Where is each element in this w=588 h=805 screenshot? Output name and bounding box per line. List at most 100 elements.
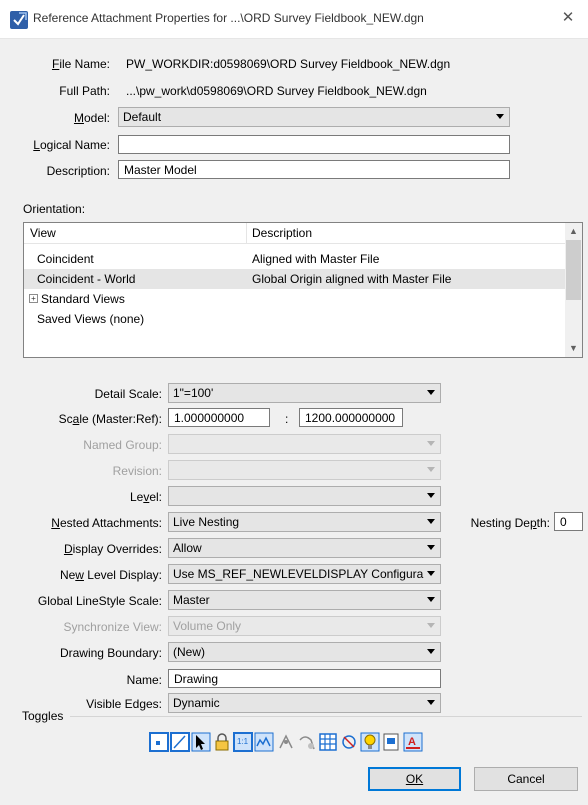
orientation-header: View Description xyxy=(24,223,566,244)
global-linestyle-label: Global LineStyle Scale: xyxy=(37,594,162,608)
level-label: Level: xyxy=(129,490,162,504)
scale-label: Scale (Master:Ref): xyxy=(58,412,162,426)
detail-scale-value: 1"=100' xyxy=(173,386,214,400)
window-title: Reference Attachment Properties for ...\… xyxy=(33,11,424,25)
scale-master-input[interactable]: 1.000000000 xyxy=(168,408,270,427)
full-path-label: Full Path: xyxy=(59,84,110,98)
orientation-row[interactable]: Coincident Aligned with Master File xyxy=(24,249,566,269)
ok-button[interactable]: OK xyxy=(368,767,461,791)
chevron-down-icon xyxy=(427,519,435,524)
row-view: Standard Views xyxy=(41,292,125,306)
nesting-depth-input[interactable]: 0 xyxy=(554,512,583,531)
scale-colon: : xyxy=(285,412,289,426)
name-label: Name: xyxy=(126,673,162,687)
row-description: Global Origin aligned with Master File xyxy=(252,272,452,286)
snap-toggle-icon[interactable] xyxy=(170,732,190,752)
svg-text:1:1: 1:1 xyxy=(237,737,249,746)
chevron-down-icon xyxy=(427,700,435,705)
column-header-view[interactable]: View xyxy=(30,226,56,240)
global-linestyle-dropdown[interactable]: Master xyxy=(168,590,441,610)
model-value: Default xyxy=(123,110,162,124)
lightbulb-icon[interactable] xyxy=(360,732,380,752)
toggles-divider xyxy=(70,716,582,717)
chevron-down-icon xyxy=(427,623,435,628)
text-style-icon[interactable]: A xyxy=(403,732,423,752)
scale-line-styles-icon[interactable]: 1:1 xyxy=(233,732,253,752)
chevron-down-icon xyxy=(427,441,435,446)
ignore-attach-icon[interactable] xyxy=(276,732,296,752)
nested-attachments-label: Nested Attachments: xyxy=(51,516,162,530)
visible-edges-value: Dynamic xyxy=(173,696,220,710)
new-level-display-dropdown[interactable]: Use MS_REF_NEWLEVELDISPLAY Configura xyxy=(168,564,441,584)
visible-edges-dropdown[interactable]: Dynamic xyxy=(168,693,441,713)
synchronize-view-dropdown: Volume Only xyxy=(168,616,441,636)
orientation-label: Orientation: xyxy=(23,202,86,216)
svg-text:A: A xyxy=(408,736,416,748)
logical-name-input[interactable] xyxy=(118,135,510,154)
chevron-down-icon xyxy=(427,649,435,654)
locate-toggle-icon[interactable] xyxy=(191,732,211,752)
detail-scale-dropdown[interactable]: 1"=100' xyxy=(168,383,441,403)
description-input[interactable]: Master Model xyxy=(118,160,510,179)
new-level-display-value: Use MS_REF_NEWLEVELDISPLAY Configura xyxy=(173,567,424,581)
print-toggle-icon[interactable] xyxy=(339,732,359,752)
toggles-label: Toggles xyxy=(22,709,64,723)
scroll-down-icon[interactable]: ▼ xyxy=(565,340,582,357)
orientation-row[interactable]: + Standard Views xyxy=(24,289,566,309)
named-group-label: Named Group: xyxy=(83,438,162,452)
vertical-scrollbar[interactable]: ▲ ▼ xyxy=(565,223,582,357)
use-lights-icon[interactable] xyxy=(297,732,317,752)
cancel-button[interactable]: Cancel xyxy=(474,767,578,791)
scale-ref-input[interactable]: 1200.000000000 xyxy=(299,408,403,427)
reference-app-icon xyxy=(10,11,28,29)
synchronize-view-label: Synchronize View: xyxy=(63,620,163,634)
display-overrides-label: Display Overrides: xyxy=(63,542,162,556)
file-name-label: File Name: xyxy=(51,57,110,71)
global-linestyle-value: Master xyxy=(173,593,210,607)
display-overrides-dropdown[interactable]: Allow xyxy=(168,538,441,558)
chevron-down-icon xyxy=(496,114,504,119)
orientation-list[interactable]: View Description Coincident Aligned with… xyxy=(23,222,583,358)
chevron-down-icon xyxy=(427,571,435,576)
ok-button-label: OK xyxy=(405,772,424,786)
lock-toggle-icon[interactable] xyxy=(212,732,232,752)
row-view: Coincident - World xyxy=(37,272,136,286)
orientation-row-selected[interactable]: Coincident - World Global Origin aligned… xyxy=(24,269,566,289)
full-path-value: ...\pw_work\d0598069\ORD Survey Fieldboo… xyxy=(126,84,427,98)
orientation-row[interactable]: Saved Views (none) xyxy=(24,309,566,329)
detail-scale-label: Detail Scale: xyxy=(94,387,162,401)
display-overrides-value: Allow xyxy=(173,541,202,555)
raster-toggle-icon[interactable] xyxy=(318,732,338,752)
row-view: Coincident xyxy=(37,252,94,266)
chevron-down-icon xyxy=(427,467,435,472)
new-level-display-label: New Level Display: xyxy=(59,568,162,582)
revision-dropdown xyxy=(168,460,441,480)
column-header-description[interactable]: Description xyxy=(252,226,312,240)
chevron-down-icon xyxy=(427,545,435,550)
level-dropdown[interactable] xyxy=(168,486,441,506)
logical-name-label: Logical Name: xyxy=(33,138,110,152)
synchronize-view-value: Volume Only xyxy=(173,619,242,633)
scroll-up-icon[interactable]: ▲ xyxy=(565,223,582,240)
model-label: Model: xyxy=(73,111,110,125)
name-input[interactable]: Drawing xyxy=(168,669,441,688)
close-icon[interactable]: ✕ xyxy=(556,6,580,30)
drawing-boundary-value: (New) xyxy=(173,645,205,659)
title-bar: Reference Attachment Properties for ...\… xyxy=(0,0,588,39)
treat-as-element-icon[interactable] xyxy=(254,732,274,752)
nesting-depth-label: Nesting Depth: xyxy=(470,516,550,530)
expand-plus-icon[interactable]: + xyxy=(29,294,38,303)
chevron-down-icon xyxy=(427,493,435,498)
revision-label: Revision: xyxy=(112,464,162,478)
named-group-dropdown xyxy=(168,434,441,454)
display-toggle-icon[interactable] xyxy=(149,732,169,752)
model-dropdown[interactable]: Default xyxy=(118,107,510,127)
drawing-boundary-dropdown[interactable]: (New) xyxy=(168,642,441,662)
chevron-down-icon xyxy=(427,597,435,602)
annotation-scale-icon[interactable] xyxy=(381,732,401,752)
description-label: Description: xyxy=(46,164,110,178)
nested-attachments-value: Live Nesting xyxy=(173,515,240,529)
nested-attachments-dropdown[interactable]: Live Nesting xyxy=(168,512,441,532)
scroll-thumb[interactable] xyxy=(566,240,581,300)
file-name-value: PW_WORKDIR:d0598069\ORD Survey Fieldbook… xyxy=(126,57,451,71)
